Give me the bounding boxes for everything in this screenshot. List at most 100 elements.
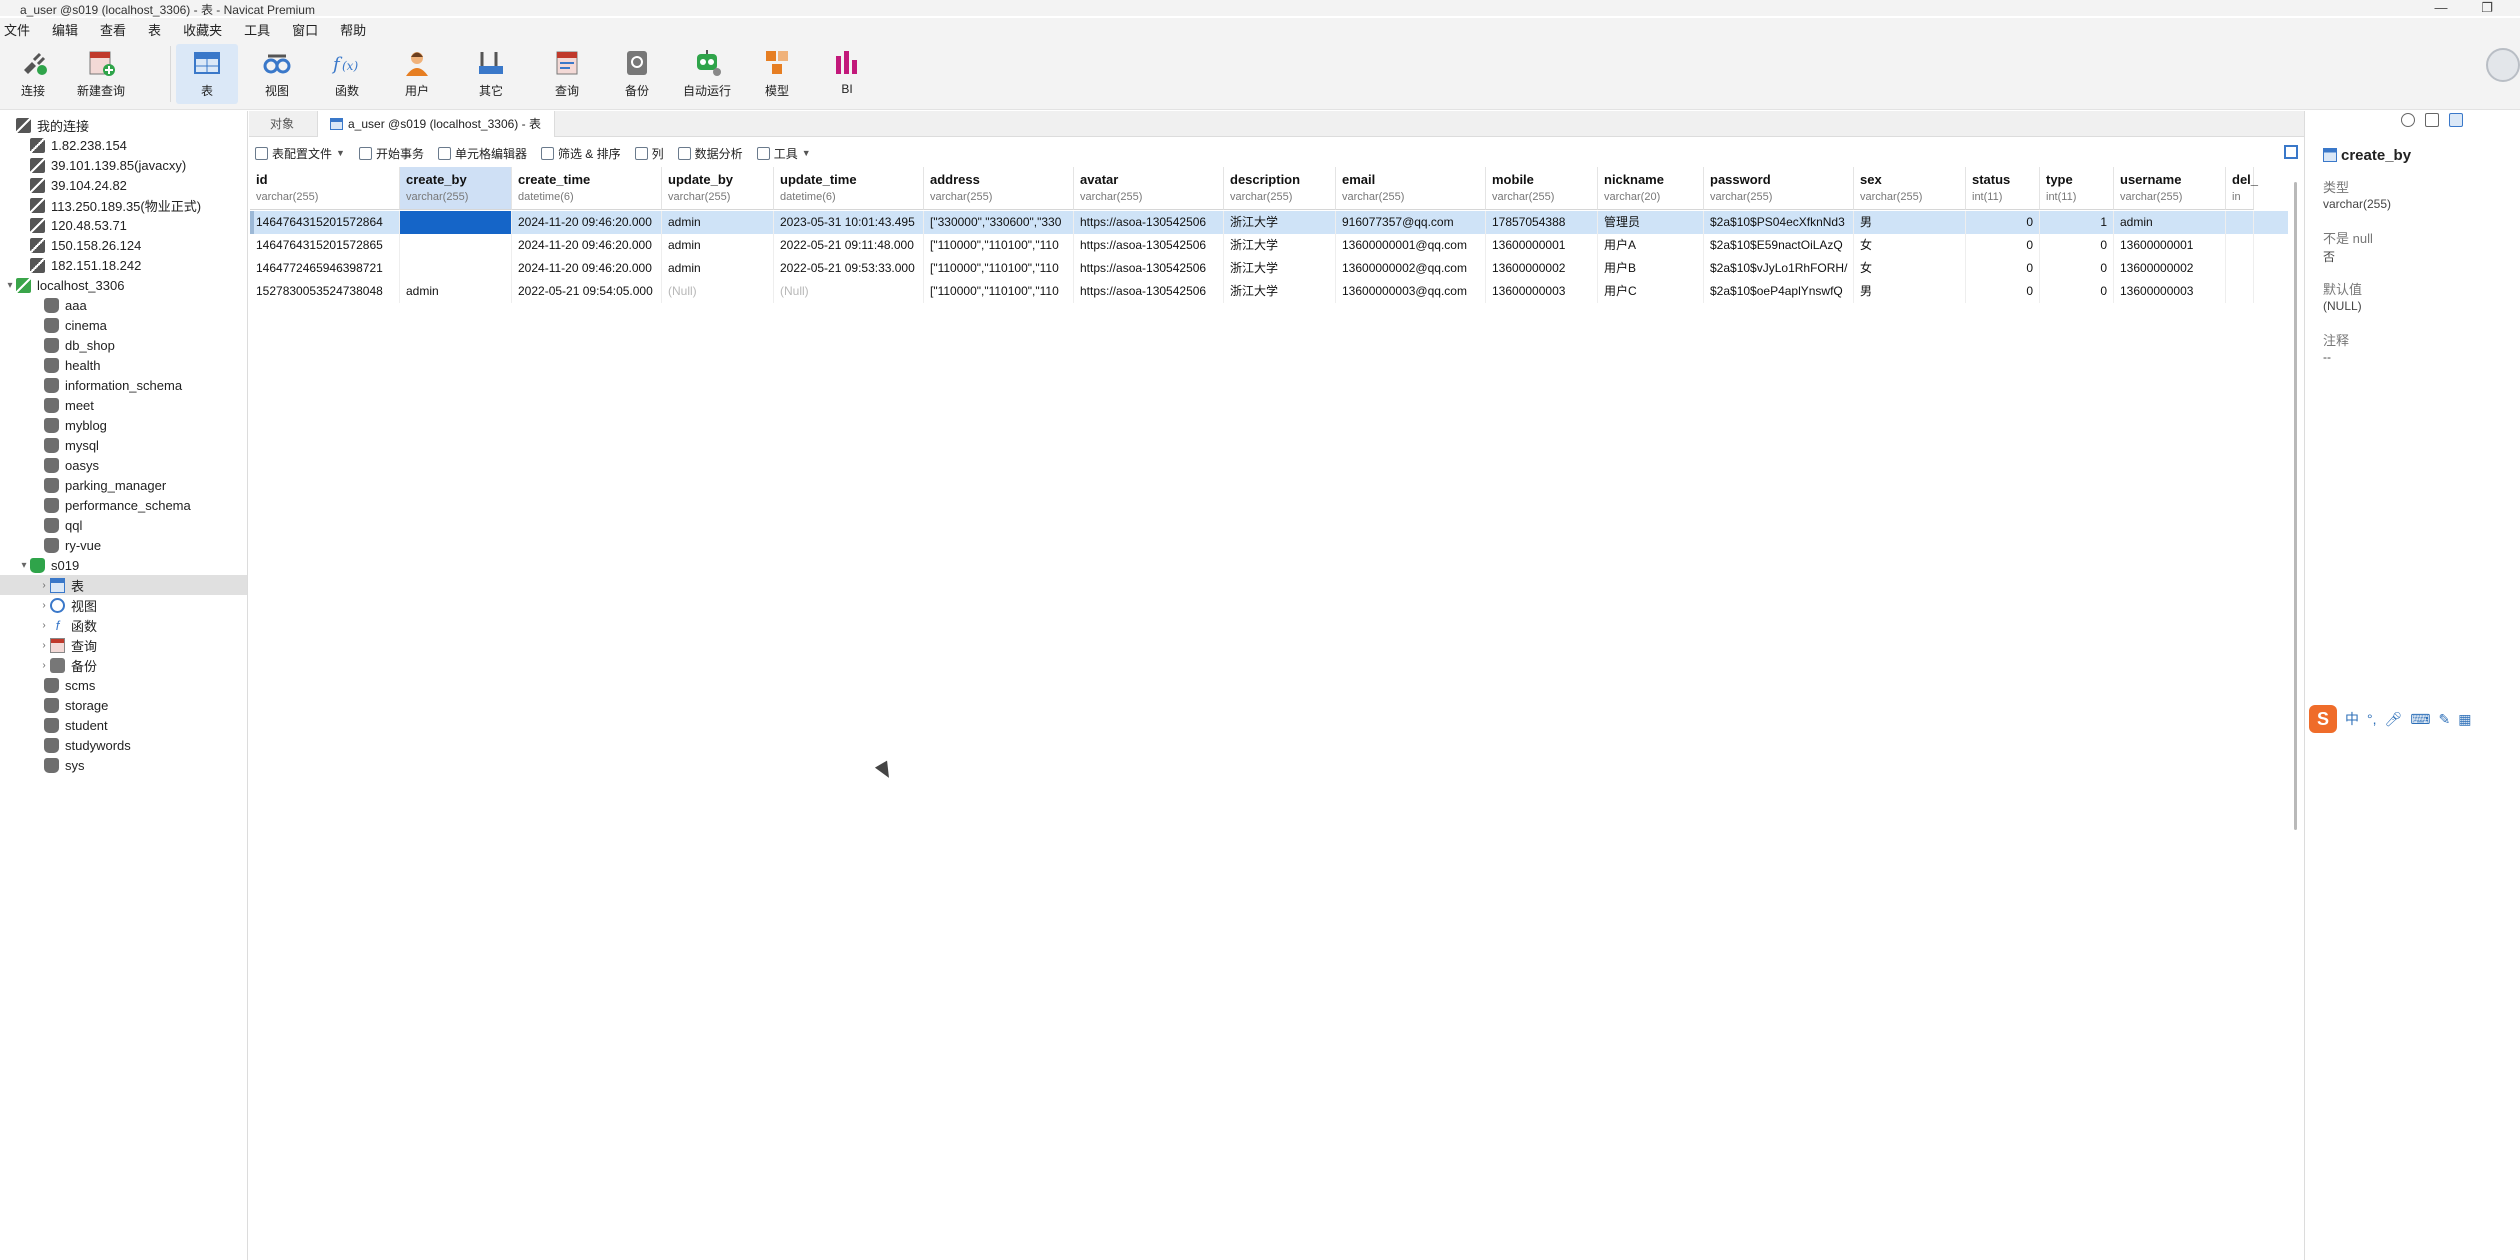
menu-tools[interactable]: 工具 xyxy=(244,20,270,39)
table-cell[interactable] xyxy=(400,211,512,234)
table-cell[interactable]: 女 xyxy=(1854,234,1966,257)
table-cell[interactable]: 13600000002@qq.com xyxy=(1336,257,1486,280)
user-avatar[interactable] xyxy=(2486,48,2520,82)
skin-icon[interactable]: ✎ xyxy=(2439,711,2451,728)
chevron-right-icon[interactable]: › xyxy=(38,600,50,611)
column-header-update-by[interactable]: update_by varchar(255) xyxy=(662,167,774,210)
chevron-right-icon[interactable]: › xyxy=(38,640,50,651)
column-header-username[interactable]: username varchar(255) xyxy=(2114,167,2226,210)
tree-connection[interactable]: 182.151.18.242 xyxy=(0,255,247,275)
table-cell[interactable]: ["110000","110100","110 xyxy=(924,257,1074,280)
table-cell[interactable]: 2022-05-21 09:54:05.000 xyxy=(512,280,662,303)
table-cell[interactable]: https://asoa-130542506 xyxy=(1074,257,1224,280)
tab-objects[interactable]: 对象 xyxy=(249,111,315,137)
tree-database[interactable]: storage xyxy=(0,695,247,715)
query-button[interactable]: 查询 xyxy=(536,44,598,104)
column-header-type[interactable]: type int(11) xyxy=(2040,167,2114,210)
menu-help[interactable]: 帮助 xyxy=(340,20,366,39)
table-cell[interactable]: https://asoa-130542506 xyxy=(1074,280,1224,303)
new-query-button[interactable]: 新建查询 xyxy=(70,44,132,104)
column-header-address[interactable]: address varchar(255) xyxy=(924,167,1074,210)
tree-connection[interactable]: 39.104.24.82 xyxy=(0,175,247,195)
table-cell[interactable]: 1 xyxy=(2040,211,2114,234)
restore-icon[interactable]: ❐ xyxy=(2472,0,2502,16)
table-cell[interactable]: admin xyxy=(2114,211,2226,234)
table-button[interactable]: 表 xyxy=(176,44,238,104)
column-header-create-time[interactable]: create_time datetime(6) xyxy=(512,167,662,210)
table-cell[interactable]: https://asoa-130542506 xyxy=(1074,211,1224,234)
table-cell[interactable]: 1464764315201572864 xyxy=(250,211,400,234)
model-button[interactable]: 模型 xyxy=(746,44,808,104)
menu-window[interactable]: 窗口 xyxy=(292,20,318,39)
minimize-icon[interactable]: — xyxy=(2426,0,2456,15)
table-cell[interactable]: 13600000003@qq.com xyxy=(1336,280,1486,303)
tree-database-s019[interactable]: ▾ s019 xyxy=(0,555,247,575)
table-cell[interactable]: ["110000","110100","110 xyxy=(924,280,1074,303)
table-cell[interactable]: 2023-05-31 10:01:43.495 xyxy=(774,211,924,234)
menu-favorites[interactable]: 收藏夹 xyxy=(183,20,222,39)
table-cell[interactable]: 2024-11-20 09:46:20.000 xyxy=(512,257,662,280)
table-cell[interactable]: 17857054388 xyxy=(1486,211,1598,234)
tree-database[interactable]: cinema xyxy=(0,315,247,335)
chevron-down-icon[interactable]: ▾ xyxy=(4,280,16,291)
tree-database[interactable]: student xyxy=(0,715,247,735)
table-cell[interactable]: 浙江大学 xyxy=(1224,211,1336,234)
table-cell[interactable]: 用户A xyxy=(1598,234,1704,257)
table-cell[interactable]: 13600000001@qq.com xyxy=(1336,234,1486,257)
table-cell[interactable]: 0 xyxy=(2040,257,2114,280)
table-cell[interactable]: 女 xyxy=(1854,257,1966,280)
table-cell[interactable]: 0 xyxy=(1966,234,2040,257)
table-cell[interactable]: admin xyxy=(662,234,774,257)
table-cell[interactable]: 13600000002 xyxy=(1486,257,1598,280)
table-cell[interactable]: https://asoa-130542506 xyxy=(1074,234,1224,257)
vertical-scrollbar[interactable] xyxy=(2294,182,2297,830)
column-header-description[interactable]: description varchar(255) xyxy=(1224,167,1336,210)
column-header-mobile[interactable]: mobile varchar(255) xyxy=(1486,167,1598,210)
table-cell[interactable]: $2a$10$E59nactOiLAzQ xyxy=(1704,234,1854,257)
microphone-icon[interactable]: 🎤︎ xyxy=(2385,711,2403,728)
tree-node-functions[interactable]: › f 函数 xyxy=(0,615,247,635)
table-cell[interactable]: ["110000","110100","110 xyxy=(924,234,1074,257)
table-cell[interactable]: 2022-05-21 09:53:33.000 xyxy=(774,257,924,280)
table-cell[interactable]: $2a$10$PS04ecXfknNd3 xyxy=(1704,211,1854,234)
table-cell[interactable] xyxy=(2226,234,2254,257)
table-cell[interactable]: 0 xyxy=(2040,280,2114,303)
table-cell[interactable]: 浙江大学 xyxy=(1224,257,1336,280)
tree-database[interactable]: aaa xyxy=(0,295,247,315)
menu-edit[interactable]: 编辑 xyxy=(52,20,78,39)
table-cell[interactable]: 0 xyxy=(1966,280,2040,303)
columns-button[interactable]: 列 xyxy=(634,145,664,162)
column-header-id[interactable]: id varchar(255) xyxy=(250,167,400,210)
table-cell[interactable]: 0 xyxy=(1966,211,2040,234)
column-header-create-by[interactable]: create_by varchar(255) xyxy=(400,167,512,210)
chevron-right-icon[interactable]: › xyxy=(38,580,50,591)
tree-database[interactable]: meet xyxy=(0,395,247,415)
table-row[interactable]: 1464764315201572865 2024-11-20 09:46:20.0… xyxy=(250,234,2288,257)
layout-icon[interactable] xyxy=(2449,113,2463,127)
chevron-right-icon[interactable]: › xyxy=(38,660,50,671)
tree-database[interactable]: mysql xyxy=(0,435,247,455)
tree-database[interactable]: db_shop xyxy=(0,335,247,355)
tree-connection-localhost[interactable]: ▾ localhost_3306 xyxy=(0,275,247,295)
tree-connection[interactable]: 39.101.139.85(javacxy) xyxy=(0,155,247,175)
table-cell[interactable]: 13600000002 xyxy=(2114,257,2226,280)
table-cell[interactable]: $2a$10$vJyLo1RhFORH/ xyxy=(1704,257,1854,280)
data-analysis-button[interactable]: 数据分析 xyxy=(677,145,743,162)
filter-sort-button[interactable]: 筛选 & 排序 xyxy=(540,145,621,162)
user-button[interactable]: 用户 xyxy=(386,44,448,104)
sogou-logo-icon[interactable]: S xyxy=(2309,705,2337,733)
column-header-status[interactable]: status int(11) xyxy=(1966,167,2040,210)
cell-editor-button[interactable]: 单元格编辑器 xyxy=(437,145,527,162)
table-cell[interactable]: 1527830053524738048 xyxy=(250,280,400,303)
table-cell[interactable]: admin xyxy=(400,280,512,303)
menu-view[interactable]: 查看 xyxy=(100,20,126,39)
table-cell[interactable]: admin xyxy=(662,257,774,280)
table-row[interactable]: 1464764315201572864 2024-11-20 09:46:20.0… xyxy=(250,211,2288,234)
chevron-right-icon[interactable]: › xyxy=(38,620,50,631)
menu-table[interactable]: 表 xyxy=(148,20,161,39)
tree-node-views[interactable]: › 视图 xyxy=(0,595,247,615)
table-cell[interactable]: 管理员 xyxy=(1598,211,1704,234)
tree-database[interactable]: qql xyxy=(0,515,247,535)
table-cell[interactable]: $2a$10$oeP4aplYnswfQ xyxy=(1704,280,1854,303)
tree-connection[interactable]: 113.250.189.35(物业正式) xyxy=(0,195,247,215)
